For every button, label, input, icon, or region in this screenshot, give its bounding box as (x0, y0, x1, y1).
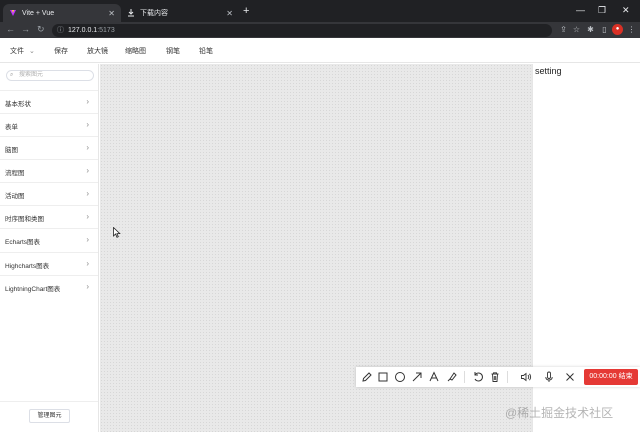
sidebar-item-label: 基本形状 (5, 101, 31, 108)
address-host: 127.0.0.1 (68, 27, 98, 34)
sidebar-item-basic-shapes[interactable]: 基本形状 › (0, 90, 98, 113)
sidebar-item-label: 时序图和类图 (5, 216, 44, 223)
vite-favicon-icon (9, 9, 17, 17)
menu-pencil[interactable]: 铅笔 (199, 46, 213, 56)
highlighter-icon[interactable] (444, 369, 460, 385)
chevron-right-icon: › (86, 282, 89, 291)
tab-close-icon[interactable]: ✕ (108, 9, 115, 18)
profile-icon[interactable]: ● (612, 24, 623, 35)
sidebar-item-label: Echarts图表 (5, 239, 41, 246)
back-arrow-icon[interactable]: ← (6, 24, 15, 34)
menu-file-label: 文件 (10, 48, 24, 55)
recording-timer: 00:00:00 (589, 373, 617, 380)
chevron-down-icon: ⌄ (28, 48, 35, 55)
close-icon[interactable] (562, 369, 578, 385)
circle-icon[interactable] (392, 369, 408, 385)
forward-arrow-icon[interactable]: → (21, 24, 30, 34)
share-icon[interactable]: ⇪ (558, 24, 569, 35)
divider (507, 371, 508, 383)
sidebar-item-label: Highcharts图表 (5, 263, 50, 270)
sidebar-item-label: 活动图 (5, 193, 25, 200)
chevron-right-icon: › (86, 235, 89, 244)
app-menubar: 文件 ⌄ 保存 放大镜 缩略图 钢笔 铅笔 (0, 38, 640, 63)
tab-vite-vue[interactable]: Vite + Vue ✕ (3, 4, 121, 22)
menu-pen[interactable]: 钢笔 (166, 46, 180, 56)
screen-recorder-toolbar: 00:00:00 结束 (356, 367, 640, 387)
tab-close-icon[interactable]: ✕ (226, 9, 233, 18)
puzzle-icon[interactable]: ✱ (585, 24, 596, 35)
stop-recording-button[interactable]: 00:00:00 结束 (584, 369, 638, 385)
menu-save[interactable]: 保存 (54, 46, 68, 56)
tab-title: Vite + Vue (22, 9, 55, 17)
download-favicon-icon (127, 9, 135, 17)
bookmark-star-icon[interactable]: ☆ (571, 24, 582, 35)
new-tab-button[interactable]: + (243, 5, 249, 17)
chevron-right-icon: › (86, 259, 89, 268)
chevron-right-icon: › (86, 189, 89, 198)
reload-icon[interactable]: ↻ (37, 24, 45, 35)
divider (0, 401, 98, 402)
menu-magnifier[interactable]: 放大镜 (87, 46, 108, 56)
microphone-icon[interactable] (541, 369, 557, 385)
search-input[interactable]: ⌕ 搜索图元 (6, 70, 94, 81)
sidebar-item-echarts[interactable]: Echarts图表 › (0, 228, 98, 251)
mouse-cursor-icon (113, 226, 121, 240)
sidebar-item-activity[interactable]: 活动图 › (0, 182, 98, 205)
settings-title: setting (535, 66, 562, 76)
sidebar-item-sequence-class[interactable]: 时序图和类图 › (0, 205, 98, 228)
tab-title: 下载内容 (140, 10, 168, 17)
sidebar-item-label: LightningChart图表 (5, 286, 61, 293)
sidebar-item-form[interactable]: 表单 › (0, 113, 98, 136)
browser-tab-strip: Vite + Vue ✕ 下载内容 ✕ + — ❐ ✕ (0, 0, 640, 22)
search-icon: ⌕ (10, 72, 14, 78)
address-bar[interactable]: ⓘ 127.0.0.1:5173 (52, 24, 552, 37)
arrow-icon[interactable] (409, 369, 425, 385)
shape-library-sidebar: ⌕ 搜索图元 基本形状 › 表单 › 脑图 › 流程图 › 活动图 › 时序图和… (0, 64, 99, 432)
chevron-right-icon: › (86, 97, 89, 106)
sidebar-item-lightningchart[interactable]: LightningChart图表 › (0, 275, 98, 298)
pencil-icon[interactable] (359, 369, 375, 385)
stop-label: 结束 (618, 373, 633, 380)
menu-thumbnail[interactable]: 缩略图 (125, 46, 146, 56)
sidebar-item-highcharts[interactable]: Highcharts图表 › (0, 252, 98, 275)
chevron-right-icon: › (86, 166, 89, 175)
close-window-button[interactable]: ✕ (622, 5, 630, 16)
sidebar-item-label: 脑图 (5, 147, 18, 154)
sidebar-item-label: 表单 (5, 124, 18, 131)
menu-file[interactable]: 文件 ⌄ (10, 46, 35, 56)
tab-downloads[interactable]: 下载内容 ✕ (121, 4, 239, 22)
chevron-right-icon: › (86, 212, 89, 221)
watermark: @稀土掘金技术社区 (505, 406, 614, 420)
minimize-button[interactable]: — (576, 5, 585, 15)
browser-toolbar: ← → ↻ ⓘ 127.0.0.1:5173 ⇪ ☆ ✱ ▯ ● ⋮ (0, 22, 640, 38)
site-info-icon[interactable]: ⓘ (57, 24, 64, 37)
menu-dots-icon[interactable]: ⋮ (626, 24, 637, 35)
divider (464, 371, 465, 383)
sidebar-icon[interactable]: ▯ (599, 24, 610, 35)
search-placeholder: 搜索图元 (19, 72, 44, 78)
chevron-right-icon: › (86, 143, 89, 152)
sidebar-item-label: 流程图 (5, 170, 25, 177)
undo-icon[interactable] (470, 369, 486, 385)
sidebar-item-mindmap[interactable]: 脑图 › (0, 136, 98, 159)
manage-shapes-button[interactable]: 管理图元 (29, 409, 70, 423)
text-icon[interactable] (426, 369, 442, 385)
address-port: :5173 (97, 27, 115, 34)
speaker-icon[interactable] (518, 369, 534, 385)
square-icon[interactable] (375, 369, 391, 385)
maximize-button[interactable]: ❐ (598, 5, 606, 16)
chevron-right-icon: › (86, 120, 89, 129)
sidebar-item-flowchart[interactable]: 流程图 › (0, 159, 98, 182)
trash-icon[interactable] (487, 369, 503, 385)
